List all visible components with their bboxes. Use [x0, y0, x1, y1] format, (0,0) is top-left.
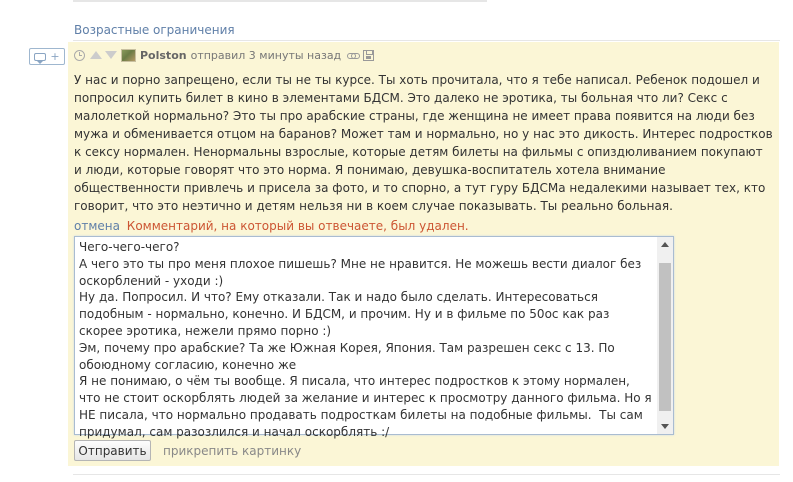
textarea-scrollbar[interactable] [657, 237, 673, 434]
top-divider [73, 0, 487, 2]
scroll-thumb[interactable] [659, 263, 671, 411]
save-icon[interactable] [363, 49, 375, 61]
reply-textarea[interactable]: Чего-чего-чего? А чего это ты про меня п… [74, 236, 674, 439]
comment-time: отправил 3 минуты назад [190, 48, 342, 62]
age-restrictions-link[interactable]: Возрастные ограничения [74, 23, 235, 37]
scroll-down-icon[interactable] [661, 424, 669, 429]
scroll-up-icon[interactable] [661, 242, 669, 247]
vote-up-icon[interactable] [90, 51, 102, 59]
plus-icon: + [50, 50, 60, 63]
cancel-reply-link[interactable]: отмена [74, 219, 120, 233]
reply-textarea-text[interactable]: Чего-чего-чего? А чего это ты про меня п… [79, 239, 654, 441]
author-name[interactable]: Polston [140, 49, 187, 62]
permalink-icon[interactable] [347, 50, 361, 60]
bottom-divider [73, 474, 780, 475]
deleted-comment-notice: Комментарий, на который вы отвечаете, бы… [126, 219, 469, 233]
comment-block: Polston отправил 3 минуты назад У нас и … [68, 42, 779, 466]
avatar[interactable] [121, 48, 136, 62]
vote-down-icon[interactable] [105, 51, 117, 59]
submit-button[interactable]: Отправить [74, 440, 151, 461]
comment-meta: Polston отправил 3 минуты назад [74, 48, 375, 62]
comment-body: У нас и порно запрещено, если ты не ты к… [74, 73, 773, 213]
attach-image-link[interactable]: прикрепить картинку [163, 444, 301, 458]
comment-bubble-icon [34, 52, 47, 64]
clock-icon [74, 49, 85, 61]
section-divider [73, 40, 780, 41]
reply-context: отмена Комментарий, на который вы отвеча… [74, 219, 469, 233]
reply-comment-button[interactable]: + [29, 48, 65, 65]
